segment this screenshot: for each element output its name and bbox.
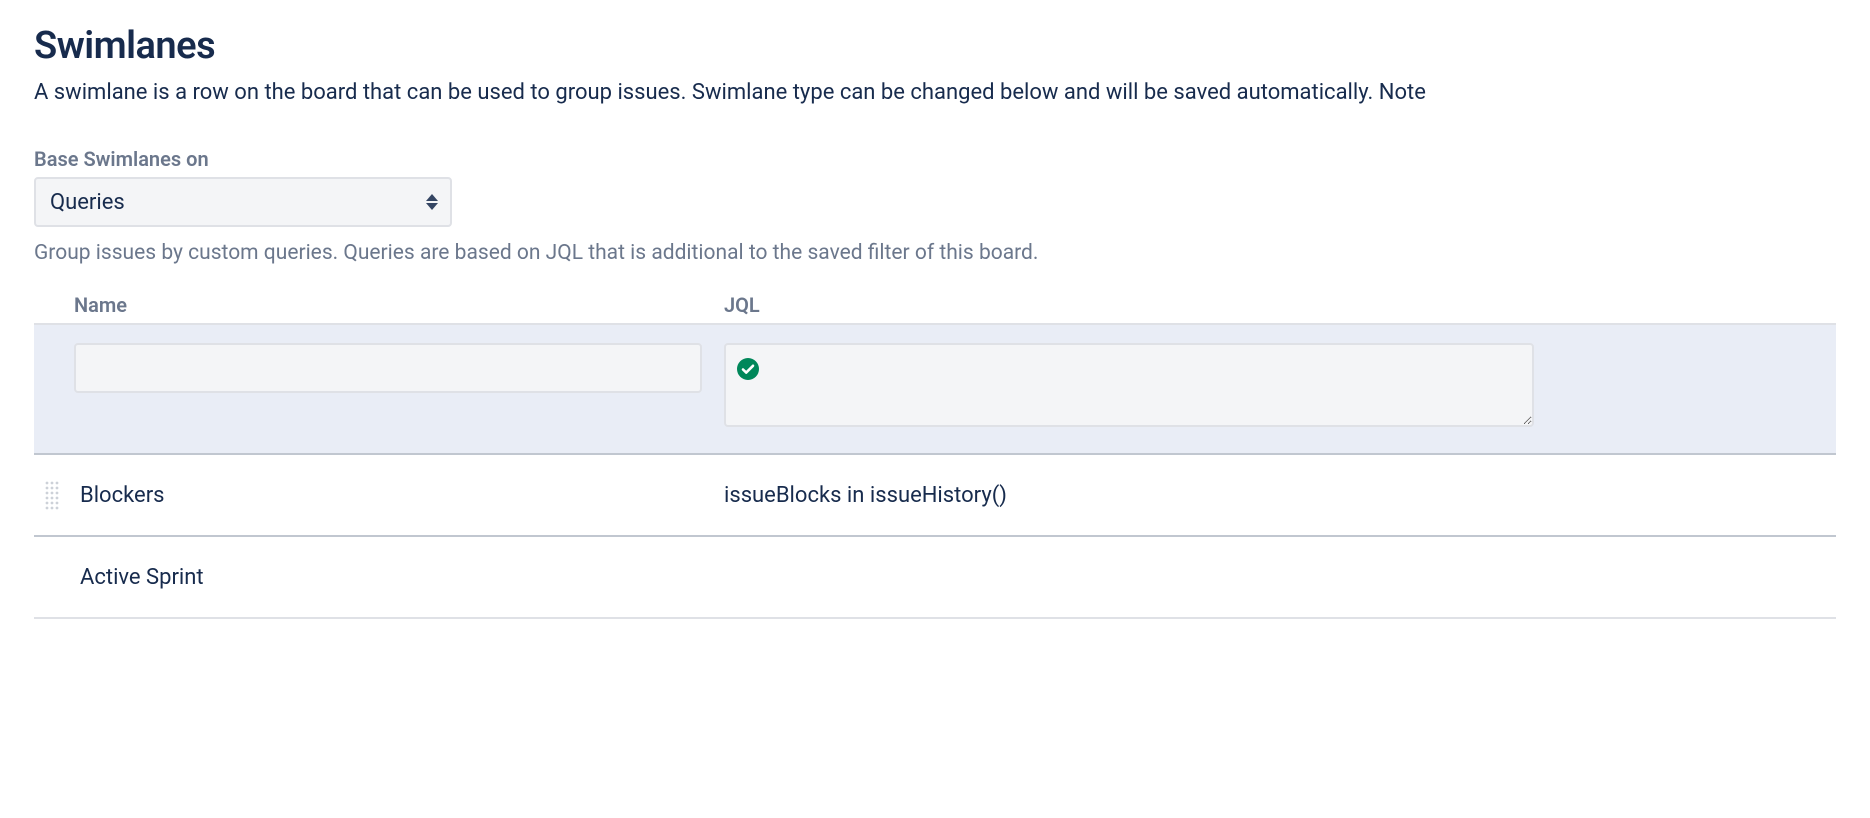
table-row[interactable]: Blockers issueBlocks in issueHistory() — [34, 455, 1836, 537]
page-title: Swimlanes — [34, 24, 1836, 68]
check-circle-icon — [736, 357, 760, 381]
base-swimlanes-select[interactable]: Queries — [34, 177, 452, 227]
page-description: A swimlane is a row on the board that ca… — [34, 80, 1836, 105]
drag-handle-icon[interactable] — [44, 480, 60, 510]
new-swimlane-jql-input[interactable] — [724, 343, 1534, 427]
table-row[interactable]: Active Sprint — [34, 537, 1836, 619]
column-header-jql: JQL — [724, 293, 1836, 317]
swimlane-name: Active Sprint — [74, 565, 724, 590]
swimlane-jql: issueBlocks in issueHistory() — [724, 483, 1836, 508]
base-swimlanes-selected: Queries — [50, 190, 125, 215]
swimlane-name: Blockers — [74, 483, 724, 508]
base-swimlanes-help: Group issues by custom queries. Queries … — [34, 241, 1836, 265]
base-swimlanes-label: Base Swimlanes on — [34, 147, 1836, 171]
new-swimlane-row — [34, 325, 1836, 455]
column-header-name: Name — [74, 293, 724, 317]
new-swimlane-name-input[interactable] — [74, 343, 702, 393]
swimlane-table: Name JQL — [34, 293, 1836, 619]
